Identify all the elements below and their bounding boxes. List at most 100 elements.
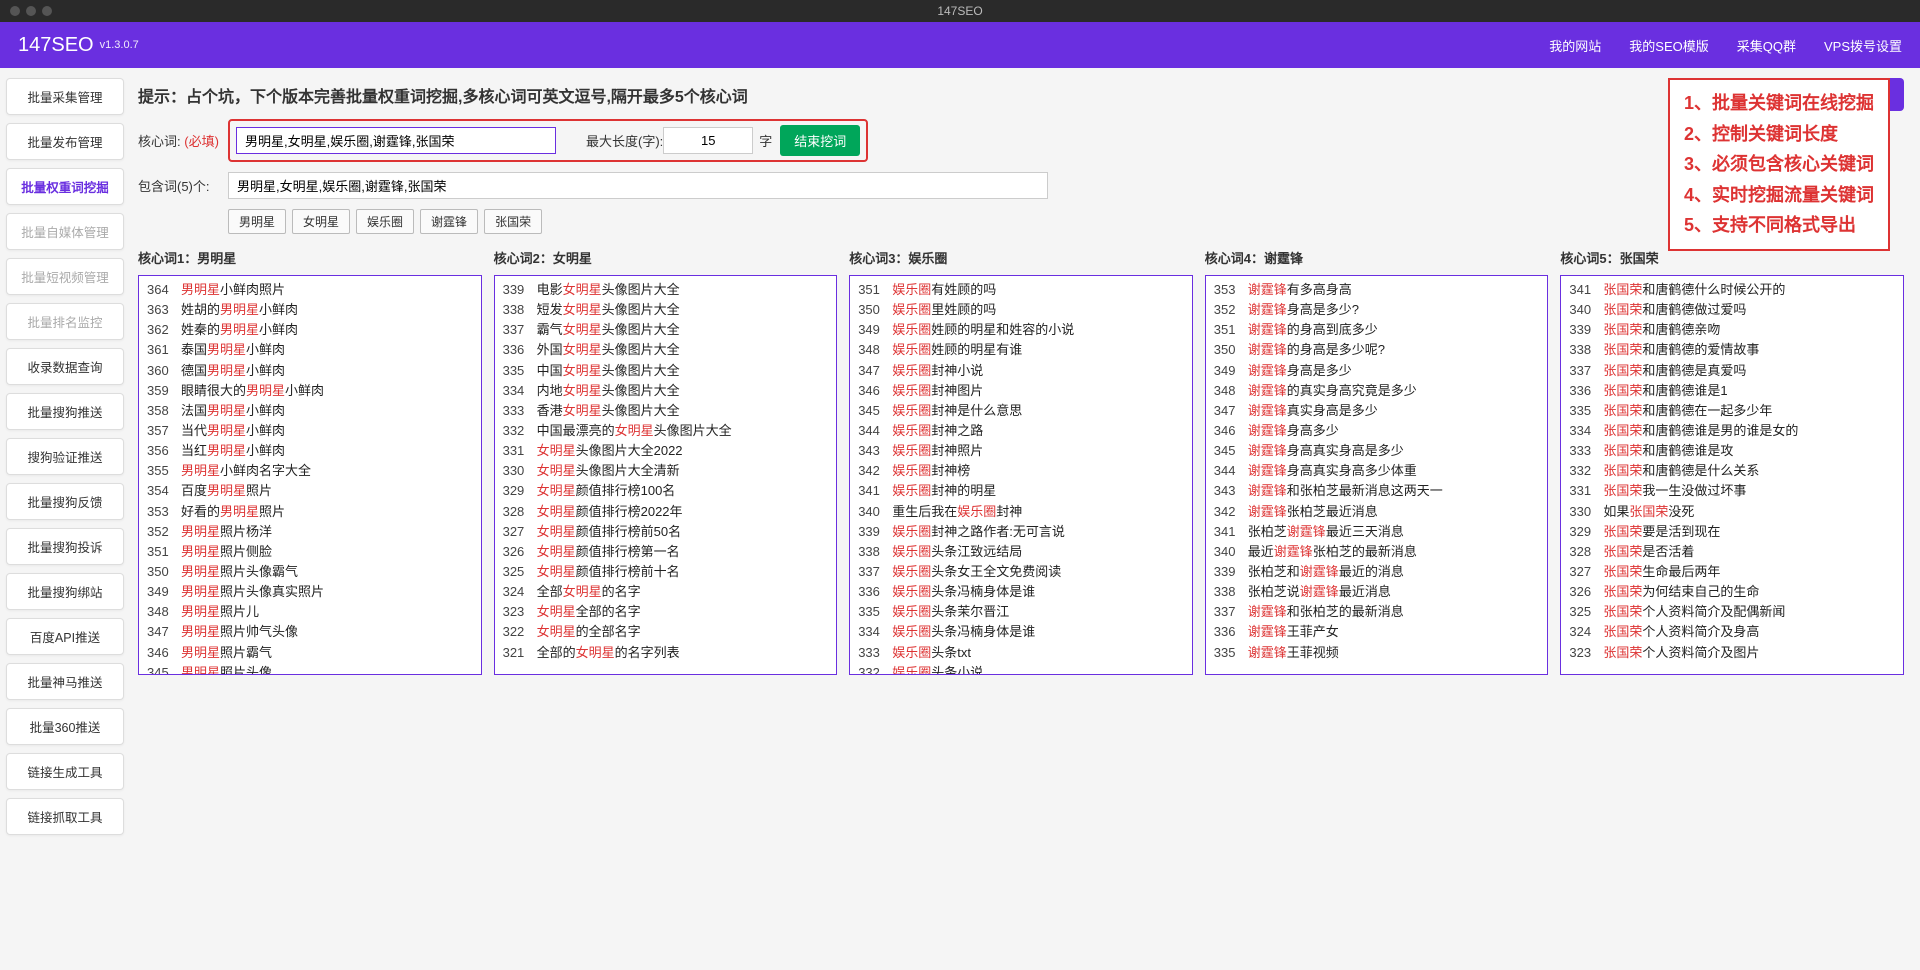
sidebar-item-13[interactable]: 批量神马推送 bbox=[6, 663, 124, 700]
result-row[interactable]: 332娱乐圈头条小说 bbox=[858, 663, 1184, 675]
result-row[interactable]: 326张国荣为何结束自己的生命 bbox=[1569, 582, 1895, 602]
result-row[interactable]: 349谢霆锋身高是多少 bbox=[1214, 361, 1540, 381]
tag-1[interactable]: 女明星 bbox=[292, 209, 350, 234]
result-row[interactable]: 337谢霆锋和张柏芝的最新消息 bbox=[1214, 602, 1540, 622]
result-row[interactable]: 357当代男明星小鲜肉 bbox=[147, 421, 473, 441]
result-row[interactable]: 326女明星颜值排行榜第一名 bbox=[503, 542, 829, 562]
result-row[interactable]: 338张国荣和唐鹤德的爱情故事 bbox=[1569, 340, 1895, 360]
sidebar-item-10[interactable]: 批量搜狗投诉 bbox=[6, 528, 124, 565]
result-row[interactable]: 346男明星照片霸气 bbox=[147, 643, 473, 663]
sidebar-item-2[interactable]: 批量权重词挖掘 bbox=[6, 168, 124, 205]
result-row[interactable]: 338短发女明星头像图片大全 bbox=[503, 300, 829, 320]
traffic-light-max[interactable] bbox=[42, 6, 52, 16]
tag-0[interactable]: 男明星 bbox=[228, 209, 286, 234]
result-row[interactable]: 346娱乐圈封神图片 bbox=[858, 381, 1184, 401]
result-row[interactable]: 356当红男明星小鲜肉 bbox=[147, 441, 473, 461]
result-row[interactable]: 341娱乐圈封神的明星 bbox=[858, 481, 1184, 501]
sidebar-item-16[interactable]: 链接抓取工具 bbox=[6, 798, 124, 835]
result-row[interactable]: 351谢霆锋的身高到底多少 bbox=[1214, 320, 1540, 340]
result-row[interactable]: 332中国最漂亮的女明星头像图片大全 bbox=[503, 421, 829, 441]
sidebar-item-1[interactable]: 批量发布管理 bbox=[6, 123, 124, 160]
result-row[interactable]: 347男明星照片帅气头像 bbox=[147, 622, 473, 642]
result-row[interactable]: 350娱乐圈里姓顾的吗 bbox=[858, 300, 1184, 320]
result-row[interactable]: 342娱乐圈封神榜 bbox=[858, 461, 1184, 481]
maxlen-input[interactable] bbox=[663, 127, 753, 154]
result-row[interactable]: 338张柏芝说谢霆锋最近消息 bbox=[1214, 582, 1540, 602]
result-row[interactable]: 325张国荣个人资料简介及配偶新闻 bbox=[1569, 602, 1895, 622]
tag-2[interactable]: 娱乐圈 bbox=[356, 209, 414, 234]
result-row[interactable]: 355男明星小鲜肉名字大全 bbox=[147, 461, 473, 481]
result-row[interactable]: 337娱乐圈头条女王全文免费阅读 bbox=[858, 562, 1184, 582]
result-row[interactable]: 324全部女明星的名字 bbox=[503, 582, 829, 602]
result-row[interactable]: 322女明星的全部名字 bbox=[503, 622, 829, 642]
column-box-0[interactable]: 364男明星小鲜肉照片363姓胡的男明星小鲜肉362姓秦的男明星小鲜肉361泰国… bbox=[138, 275, 482, 675]
result-row[interactable]: 359眼睛很大的男明星小鲜肉 bbox=[147, 381, 473, 401]
sidebar-item-11[interactable]: 批量搜狗绑站 bbox=[6, 573, 124, 610]
result-row[interactable]: 345娱乐圈封神是什么意思 bbox=[858, 401, 1184, 421]
result-row[interactable]: 345男明星照片头像 bbox=[147, 663, 473, 675]
result-row[interactable]: 354百度男明星照片 bbox=[147, 481, 473, 501]
result-row[interactable]: 332张国荣和唐鹤德是什么关系 bbox=[1569, 461, 1895, 481]
result-row[interactable]: 338娱乐圈头条江致远结局 bbox=[858, 542, 1184, 562]
result-row[interactable]: 339张柏芝和谢霆锋最近的消息 bbox=[1214, 562, 1540, 582]
result-row[interactable]: 336娱乐圈头条冯楠身体是谁 bbox=[858, 582, 1184, 602]
include-input[interactable] bbox=[228, 172, 1048, 199]
nav-item-3[interactable]: VPS拨号设置 bbox=[1824, 39, 1902, 54]
result-row[interactable]: 330女明星头像图片大全清新 bbox=[503, 461, 829, 481]
result-row[interactable]: 334内地女明星头像图片大全 bbox=[503, 381, 829, 401]
result-row[interactable]: 336外国女明星头像图片大全 bbox=[503, 340, 829, 360]
result-row[interactable]: 335谢霆锋王菲视频 bbox=[1214, 643, 1540, 663]
result-row[interactable]: 334娱乐圈头条冯楠身体是谁 bbox=[858, 622, 1184, 642]
result-row[interactable]: 328女明星颜值排行榜2022年 bbox=[503, 502, 829, 522]
result-row[interactable]: 342谢霆锋张柏芝最近消息 bbox=[1214, 502, 1540, 522]
result-row[interactable]: 346谢霆锋身高多少 bbox=[1214, 421, 1540, 441]
result-row[interactable]: 348谢霆锋的真实身高究竟是多少 bbox=[1214, 381, 1540, 401]
sidebar-item-5[interactable]: 批量排名监控 bbox=[6, 303, 124, 340]
result-row[interactable]: 352男明星照片杨洋 bbox=[147, 522, 473, 542]
result-row[interactable]: 335中国女明星头像图片大全 bbox=[503, 361, 829, 381]
result-row[interactable]: 361泰国男明星小鲜肉 bbox=[147, 340, 473, 360]
result-row[interactable]: 327女明星颜值排行榜前50名 bbox=[503, 522, 829, 542]
result-row[interactable]: 347谢霆锋真实身高是多少 bbox=[1214, 401, 1540, 421]
result-row[interactable]: 330如果张国荣没死 bbox=[1569, 502, 1895, 522]
result-row[interactable]: 324张国荣个人资料简介及身高 bbox=[1569, 622, 1895, 642]
tag-4[interactable]: 张国荣 bbox=[484, 209, 542, 234]
sidebar-item-9[interactable]: 批量搜狗反馈 bbox=[6, 483, 124, 520]
result-row[interactable]: 360德国男明星小鲜肉 bbox=[147, 361, 473, 381]
result-row[interactable]: 327张国荣生命最后两年 bbox=[1569, 562, 1895, 582]
nav-item-0[interactable]: 我的网站 bbox=[1549, 39, 1601, 54]
result-row[interactable]: 347娱乐圈封神小说 bbox=[858, 361, 1184, 381]
result-row[interactable]: 331女明星头像图片大全2022 bbox=[503, 441, 829, 461]
result-row[interactable]: 336张国荣和唐鹤德谁是1 bbox=[1569, 381, 1895, 401]
sidebar-item-7[interactable]: 批量搜狗推送 bbox=[6, 393, 124, 430]
result-row[interactable]: 333张国荣和唐鹤德谁是攻 bbox=[1569, 441, 1895, 461]
result-row[interactable]: 335张国荣和唐鹤德在一起多少年 bbox=[1569, 401, 1895, 421]
sidebar-item-4[interactable]: 批量短视频管理 bbox=[6, 258, 124, 295]
sidebar-item-6[interactable]: 收录数据查询 bbox=[6, 348, 124, 385]
result-row[interactable]: 353谢霆锋有多高身高 bbox=[1214, 280, 1540, 300]
traffic-light-min[interactable] bbox=[26, 6, 36, 16]
sidebar-item-14[interactable]: 批量360推送 bbox=[6, 708, 124, 745]
result-row[interactable]: 325女明星颜值排行榜前十名 bbox=[503, 562, 829, 582]
nav-item-2[interactable]: 采集QQ群 bbox=[1737, 39, 1796, 54]
sidebar-item-12[interactable]: 百度API推送 bbox=[6, 618, 124, 655]
nav-item-1[interactable]: 我的SEO模版 bbox=[1629, 39, 1708, 54]
result-row[interactable]: 339娱乐圈封神之路作者:无可言说 bbox=[858, 522, 1184, 542]
result-row[interactable]: 337张国荣和唐鹤德是真爱吗 bbox=[1569, 361, 1895, 381]
column-box-1[interactable]: 339电影女明星头像图片大全338短发女明星头像图片大全337霸气女明星头像图片… bbox=[494, 275, 838, 675]
sidebar-item-3[interactable]: 批量自媒体管理 bbox=[6, 213, 124, 250]
result-row[interactable]: 333香港女明星头像图片大全 bbox=[503, 401, 829, 421]
result-row[interactable]: 351男明星照片侧脸 bbox=[147, 542, 473, 562]
result-row[interactable]: 339电影女明星头像图片大全 bbox=[503, 280, 829, 300]
result-row[interactable]: 341张国荣和唐鹤德什么时候公开的 bbox=[1569, 280, 1895, 300]
traffic-light-close[interactable] bbox=[10, 6, 20, 16]
result-row[interactable]: 343娱乐圈封神照片 bbox=[858, 441, 1184, 461]
result-row[interactable]: 337霸气女明星头像图片大全 bbox=[503, 320, 829, 340]
column-box-3[interactable]: 353谢霆锋有多高身高352谢霆锋身高是多少?351谢霆锋的身高到底多少350谢… bbox=[1205, 275, 1549, 675]
core-input[interactable] bbox=[236, 127, 556, 154]
result-row[interactable]: 331张国荣我一生没做过坏事 bbox=[1569, 481, 1895, 501]
result-row[interactable]: 339张国荣和唐鹤德亲吻 bbox=[1569, 320, 1895, 340]
result-row[interactable]: 340重生后我在娱乐圈封神 bbox=[858, 502, 1184, 522]
column-box-4[interactable]: 341张国荣和唐鹤德什么时候公开的340张国荣和唐鹤德做过爱吗339张国荣和唐鹤… bbox=[1560, 275, 1904, 675]
column-box-2[interactable]: 351娱乐圈有姓顾的吗350娱乐圈里姓顾的吗349娱乐圈姓顾的明星和姓容的小说3… bbox=[849, 275, 1193, 675]
